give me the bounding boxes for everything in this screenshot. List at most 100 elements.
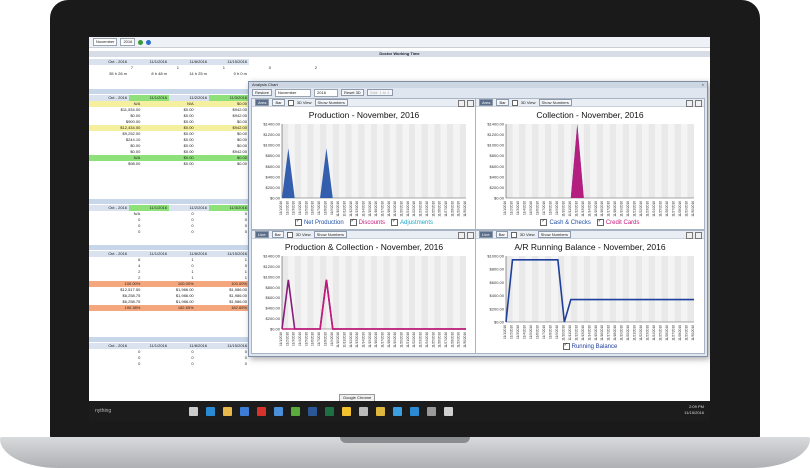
plot-band: [301, 256, 308, 329]
settings-icon[interactable]: [467, 232, 474, 239]
restore-button[interactable]: Restore: [252, 89, 273, 96]
chart-type-area-button[interactable]: Area: [479, 99, 494, 106]
plot-band: [345, 256, 352, 329]
app-icon[interactable]: [291, 406, 300, 416]
taskbar-search[interactable]: nything: [89, 408, 185, 414]
show-numbers-button[interactable]: Show Numbers: [313, 231, 347, 238]
legend-item[interactable]: Credit Cards: [596, 218, 640, 226]
print-icon[interactable]: [686, 100, 693, 107]
folder-icon[interactable]: [223, 406, 232, 416]
x-tick-label: 11/2/2016: [285, 332, 289, 346]
app3-icon[interactable]: [410, 406, 419, 416]
plot-band: [446, 124, 454, 198]
view-3d-checkbox[interactable]: [511, 99, 518, 106]
x-tick-label: 11/6/2016: [311, 201, 315, 215]
cell: 0: [138, 361, 141, 366]
app5-icon[interactable]: [444, 406, 453, 416]
edge-icon[interactable]: [206, 406, 215, 416]
app2-icon[interactable]: [393, 406, 402, 416]
app4-icon[interactable]: [427, 406, 436, 416]
screen: November 2016 Doctor Working Time Oct - …: [89, 37, 710, 421]
plot-band: [642, 124, 649, 198]
legend-checkbox[interactable]: [349, 218, 357, 226]
month-select[interactable]: November: [275, 88, 312, 97]
refresh-icon[interactable]: [138, 39, 144, 45]
legend-item[interactable]: Running Balance: [562, 342, 617, 350]
cell: 0: [191, 361, 194, 366]
settings-icon[interactable]: [695, 232, 702, 239]
show-numbers-button[interactable]: Show Numbers: [537, 231, 571, 238]
analysis-chart-dialog[interactable]: Analysis Chart × Restore November 2016 R…: [248, 81, 708, 357]
legend-checkbox[interactable]: [294, 218, 302, 226]
chart-type-area-button[interactable]: Area: [255, 99, 270, 106]
y-tick-label: $600.00: [266, 295, 281, 300]
mail-icon[interactable]: [240, 406, 249, 416]
plot-band: [351, 124, 359, 198]
legend-checkbox[interactable]: [596, 218, 604, 226]
legend-item[interactable]: Discounts: [349, 218, 385, 226]
chart-type-line-button[interactable]: Line: [255, 231, 269, 238]
x-tick-label: 11/22/2016: [639, 201, 643, 217]
chart-type-bar-button[interactable]: Bar: [495, 231, 508, 238]
word-icon[interactable]: [308, 406, 317, 416]
x-tick-label: 11/8/2016: [323, 332, 327, 346]
plot-band: [294, 124, 302, 198]
print-icon[interactable]: [458, 100, 465, 107]
reset-3d-button[interactable]: Reset 3D: [341, 89, 364, 96]
legend-item[interactable]: Adjustments: [391, 218, 434, 226]
show-numbers-button[interactable]: Show Numbers: [314, 99, 348, 106]
legend-checkbox[interactable]: [562, 342, 570, 350]
x-tick-label: 11/20/2016: [400, 332, 404, 348]
year-select[interactable]: 2016: [120, 38, 136, 46]
x-tick-label: 11/17/2016: [607, 201, 611, 217]
store-icon[interactable]: [274, 406, 283, 416]
show-numbers-button[interactable]: Show Numbers: [538, 99, 572, 106]
chrome-icon[interactable]: [342, 406, 351, 416]
plot-band: [402, 256, 409, 329]
x-tick-label: 11/12/2016: [349, 201, 353, 217]
legend-label: Adjustments: [400, 219, 434, 226]
chart-type-bar-button[interactable]: Bar: [271, 231, 284, 238]
x-tick-label: 11/27/2016: [672, 201, 676, 217]
y-tick-label: $800.00: [490, 153, 505, 158]
y-tick-label: $400.00: [266, 174, 281, 179]
view-3d-checkbox[interactable]: [286, 231, 293, 238]
plot-band: [525, 124, 532, 198]
excel-icon[interactable]: [325, 406, 334, 416]
chart-type-bar-button[interactable]: Bar: [496, 99, 509, 106]
cell: 0 h 0 m: [233, 71, 247, 76]
export-icon[interactable]: [146, 39, 152, 45]
chart-type-bar-button[interactable]: Bar: [272, 99, 285, 106]
month-select[interactable]: November: [93, 38, 118, 46]
taskbar-clock[interactable]: 2:09 PM 11/15/2016: [684, 404, 704, 416]
settings-icon[interactable]: [359, 406, 368, 416]
year-select[interactable]: 2016: [314, 88, 339, 97]
dialog-titlebar[interactable]: Analysis Chart ×: [249, 82, 707, 88]
view-3d-checkbox[interactable]: [287, 99, 294, 106]
chart-type-line-button[interactable]: Line: [479, 231, 493, 238]
settings-icon[interactable]: [467, 100, 474, 107]
view-3d-checkbox[interactable]: [510, 231, 517, 238]
x-tick-label: 11/26/2016: [438, 201, 442, 217]
plot-band: [531, 124, 539, 198]
legend-item[interactable]: Cash & Checks: [540, 218, 591, 226]
plot-band: [427, 124, 435, 198]
section-divider: [89, 89, 249, 94]
plot-band: [440, 124, 447, 198]
settings-icon[interactable]: [695, 100, 702, 107]
print-icon[interactable]: [458, 232, 465, 239]
close-icon[interactable]: ×: [702, 82, 704, 88]
legend-checkbox[interactable]: [391, 218, 399, 226]
legend-item[interactable]: Net Production: [294, 218, 344, 226]
acrobat-icon[interactable]: [257, 406, 266, 416]
y-tick-label: $200.00: [266, 185, 281, 190]
grid-button[interactable]: Grid: 1 to 1: [366, 89, 393, 96]
x-tick-label: 11/4/2016: [522, 325, 526, 339]
print-icon[interactable]: [686, 232, 693, 239]
task-view-icon[interactable]: [189, 406, 198, 416]
x-tick-label: 11/17/2016: [381, 332, 385, 348]
plot-band: [459, 124, 466, 198]
explorer-icon[interactable]: [376, 406, 385, 416]
legend-checkbox[interactable]: [540, 218, 548, 226]
x-tick-label: 11/13/2016: [581, 325, 585, 341]
